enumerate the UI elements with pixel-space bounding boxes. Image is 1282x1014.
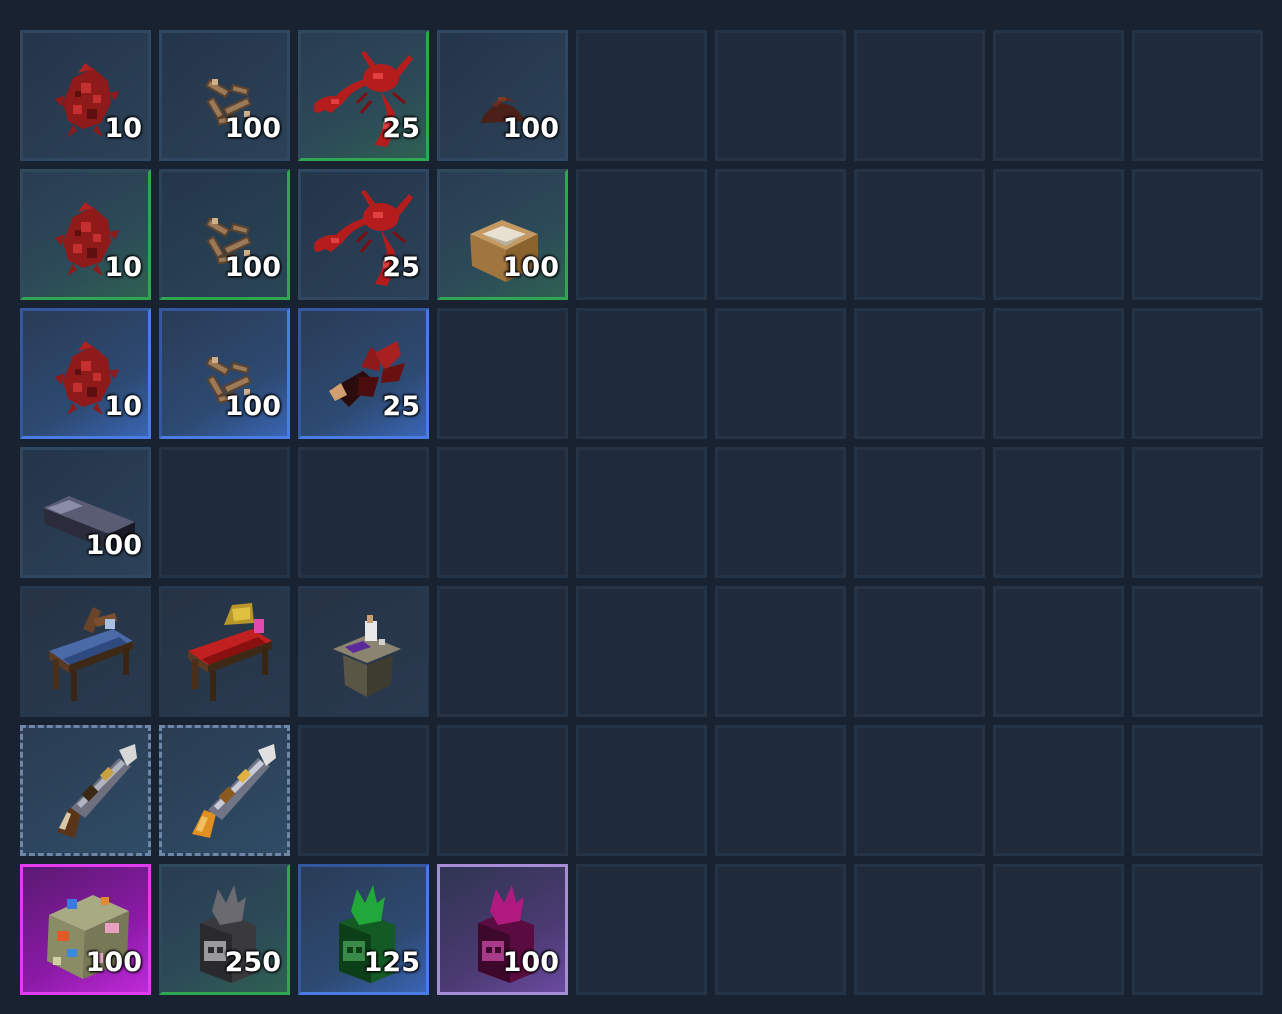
inventory-slot-empty[interactable] xyxy=(993,308,1124,439)
inventory-slot[interactable]: 100 xyxy=(437,864,568,995)
inventory-slot-empty[interactable] xyxy=(993,447,1124,578)
item-count: 100 xyxy=(85,947,142,978)
inventory-slot-empty[interactable] xyxy=(854,169,985,300)
inventory-slot[interactable] xyxy=(159,725,290,856)
inventory-slot[interactable]: 250 xyxy=(159,864,290,995)
item-count: 10 xyxy=(104,252,142,283)
inventory-slot[interactable]: 10 xyxy=(20,169,151,300)
inventory-slot-empty[interactable] xyxy=(1132,30,1263,161)
inventory-slot[interactable]: 100 xyxy=(159,169,290,300)
inventory-slot-empty[interactable] xyxy=(715,169,846,300)
inventory-slot-empty[interactable] xyxy=(854,586,985,717)
inventory-slot[interactable] xyxy=(298,586,429,717)
inventory-slot-empty[interactable] xyxy=(576,586,707,717)
inventory-slot-empty[interactable] xyxy=(437,447,568,578)
inventory-slot[interactable]: 25 xyxy=(298,30,429,161)
inventory-slot-empty[interactable] xyxy=(1132,169,1263,300)
inventory-slot[interactable]: 10 xyxy=(20,308,151,439)
inventory-slot-empty[interactable] xyxy=(1132,308,1263,439)
inventory-slot-empty[interactable] xyxy=(993,586,1124,717)
inventory-slot-empty[interactable] xyxy=(854,864,985,995)
inventory-grid: 10 100 25 100 10 100 25 100 10 100 25 10… xyxy=(20,30,1268,1000)
inventory-slot-empty[interactable] xyxy=(576,447,707,578)
inventory-slot-empty[interactable] xyxy=(854,30,985,161)
inventory-slot-empty[interactable] xyxy=(854,308,985,439)
inventory-slot[interactable]: 100 xyxy=(437,30,568,161)
inventory-slot[interactable] xyxy=(20,586,151,717)
inventory-slot-empty[interactable] xyxy=(715,308,846,439)
inventory-slot[interactable]: 25 xyxy=(298,308,429,439)
inventory-slot-empty[interactable] xyxy=(1132,447,1263,578)
inventory-slot[interactable]: 100 xyxy=(159,30,290,161)
inventory-slot-empty[interactable] xyxy=(715,864,846,995)
inventory-slot-empty[interactable] xyxy=(715,586,846,717)
inventory-slot-empty[interactable] xyxy=(1132,725,1263,856)
item-count: 25 xyxy=(382,113,420,144)
inventory-slot-empty[interactable] xyxy=(715,447,846,578)
item-count: 10 xyxy=(104,113,142,144)
inventory-slot-empty[interactable] xyxy=(715,725,846,856)
inventory-slot-empty[interactable] xyxy=(993,169,1124,300)
inventory-slot-empty[interactable] xyxy=(1132,586,1263,717)
item-count: 250 xyxy=(224,947,281,978)
inventory-slot-empty[interactable] xyxy=(576,30,707,161)
inventory-slot-empty[interactable] xyxy=(437,586,568,717)
item-count: 100 xyxy=(224,391,281,422)
item-count: 125 xyxy=(363,947,420,978)
item-count: 100 xyxy=(224,252,281,283)
inventory-slot[interactable] xyxy=(159,586,290,717)
inventory-slot-empty[interactable] xyxy=(437,308,568,439)
inventory-slot[interactable]: 10 xyxy=(20,30,151,161)
inventory-slot[interactable]: 100 xyxy=(20,447,151,578)
item-count: 10 xyxy=(104,391,142,422)
inventory-slot[interactable]: 100 xyxy=(20,864,151,995)
item-count: 100 xyxy=(224,113,281,144)
item-count: 25 xyxy=(382,252,420,283)
inventory-slot-empty[interactable] xyxy=(1132,864,1263,995)
inventory-slot-empty[interactable] xyxy=(298,447,429,578)
inventory-slot[interactable]: 125 xyxy=(298,864,429,995)
inventory-slot-empty[interactable] xyxy=(576,308,707,439)
inventory-slot-empty[interactable] xyxy=(576,169,707,300)
inventory-slot-empty[interactable] xyxy=(298,725,429,856)
inventory-slot-empty[interactable] xyxy=(854,725,985,856)
inventory-slot-empty[interactable] xyxy=(576,864,707,995)
inventory-slot[interactable]: 100 xyxy=(437,169,568,300)
inventory-slot-empty[interactable] xyxy=(993,725,1124,856)
inventory-slot-empty[interactable] xyxy=(854,447,985,578)
inventory-slot[interactable] xyxy=(20,725,151,856)
item-count: 100 xyxy=(85,530,142,561)
inventory-slot-empty[interactable] xyxy=(993,30,1124,161)
item-count: 100 xyxy=(502,113,559,144)
item-count: 100 xyxy=(502,252,559,283)
item-count: 100 xyxy=(502,947,559,978)
inventory-slot[interactable]: 100 xyxy=(159,308,290,439)
inventory-slot-empty[interactable] xyxy=(715,30,846,161)
item-count: 25 xyxy=(382,391,420,422)
inventory-slot[interactable]: 25 xyxy=(298,169,429,300)
inventory-slot-empty[interactable] xyxy=(159,447,290,578)
inventory-slot-empty[interactable] xyxy=(437,725,568,856)
inventory-slot-empty[interactable] xyxy=(993,864,1124,995)
inventory-slot-empty[interactable] xyxy=(576,725,707,856)
